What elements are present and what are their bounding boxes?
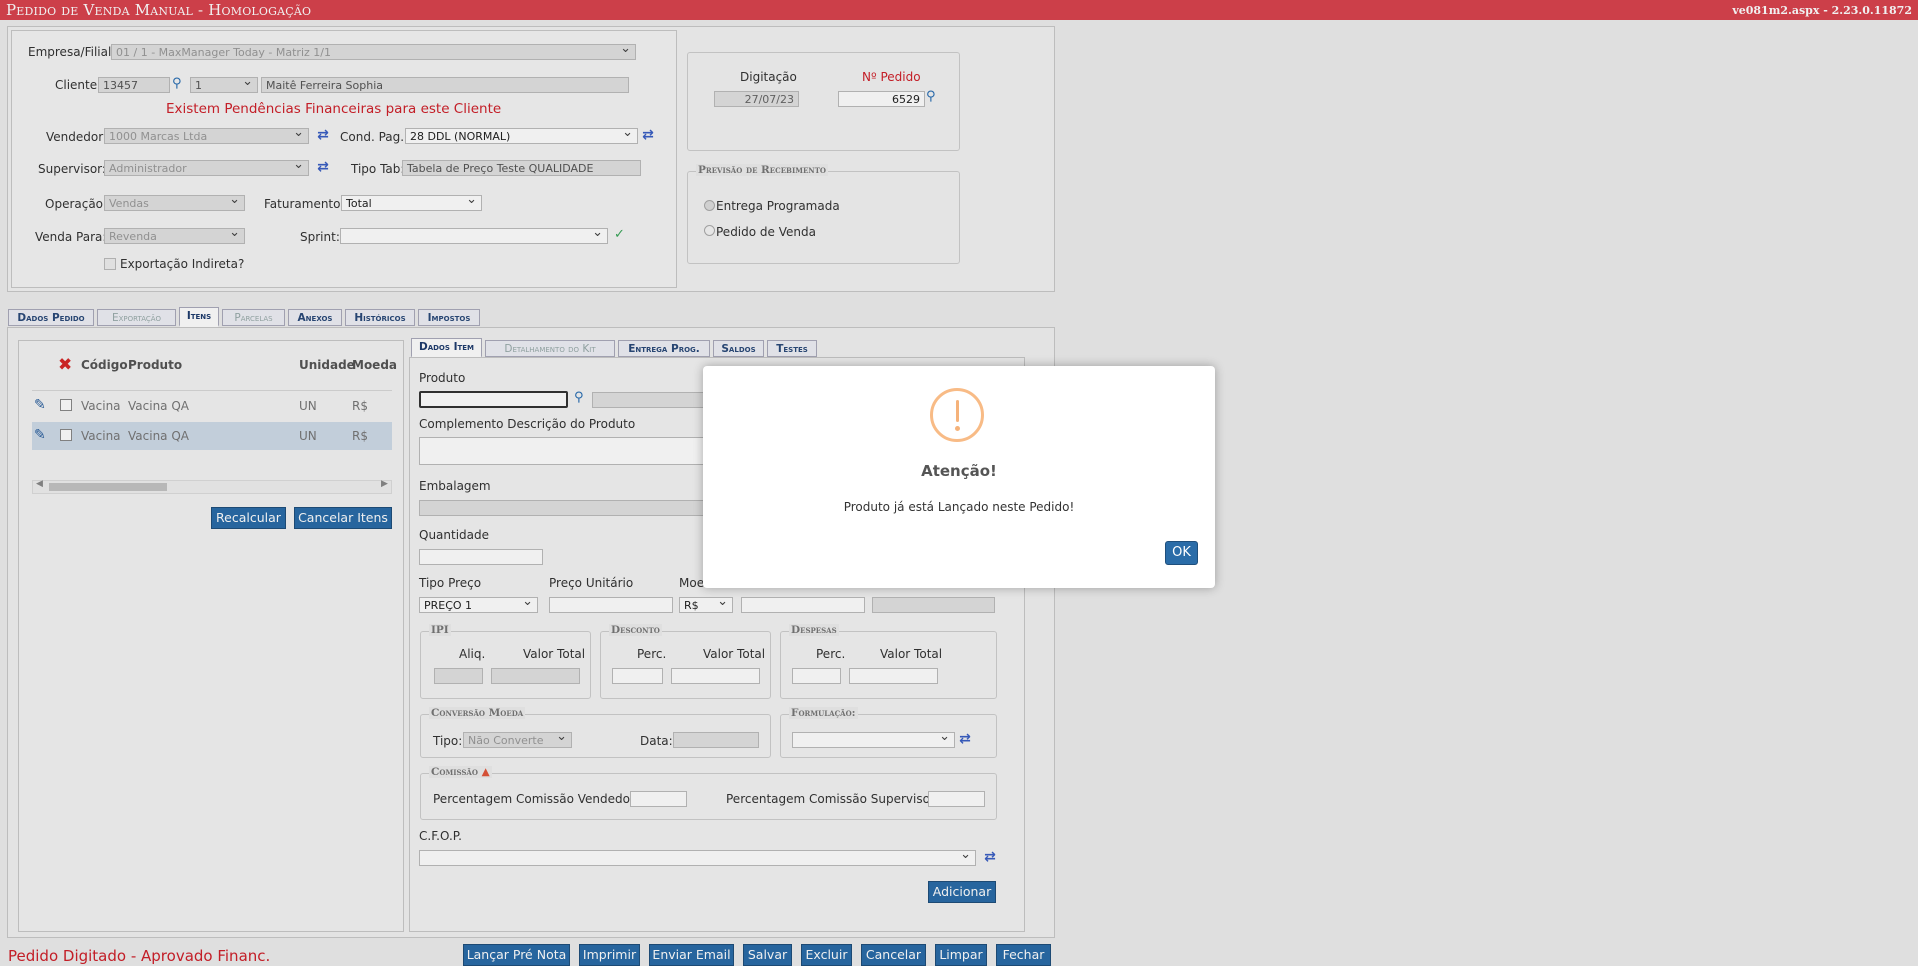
- dialog-title: Atenção!: [921, 462, 997, 480]
- ok-button[interactable]: OK: [1165, 541, 1198, 565]
- alert-dialog: Atenção! Produto já está Lançado neste P…: [703, 366, 1215, 588]
- dialog-message: Produto já está Lançado neste Pedido!: [843, 500, 1075, 514]
- warning-icon: [930, 388, 984, 442]
